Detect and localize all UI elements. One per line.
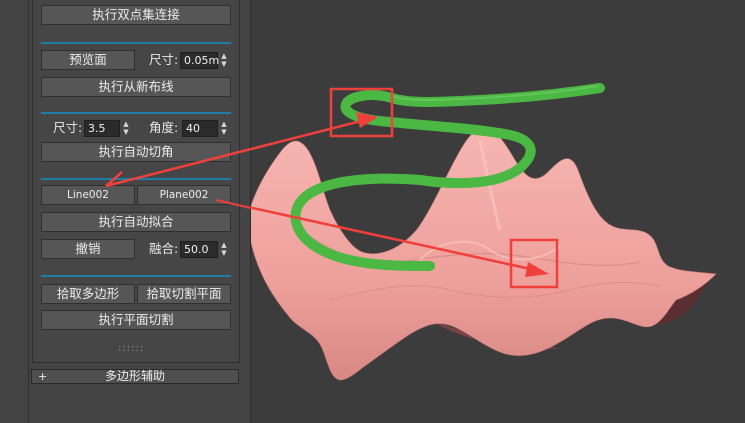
separator-3 (41, 178, 231, 180)
blend-label: 融合: (149, 241, 179, 256)
expand-icon[interactable]: + (38, 370, 47, 383)
blend-input[interactable]: 50.0 (180, 241, 218, 258)
pick-polygon-button[interactable]: 拾取多边形 (41, 284, 135, 304)
rollout-title: 多边形辅助 (104, 369, 165, 383)
spinner-up-icon[interactable]: ▲ (219, 241, 229, 249)
blend-spinner[interactable]: ▲ ▼ (219, 241, 229, 258)
pick-cut-plane-button[interactable]: 拾取切割平面 (137, 284, 231, 304)
command-panel: 执行双点集连接 预览面 尺寸: 0.05m ▲ ▼ 执行从新布线 尺寸: 3.5 … (0, 0, 251, 423)
separator-1 (41, 42, 231, 44)
auto-chamfer-button[interactable]: 执行自动切角 (41, 142, 231, 162)
size-input-2[interactable]: 3.5 (84, 120, 120, 137)
size-spinner-2[interactable]: ▲ ▼ (121, 120, 131, 137)
polygon-helper-rollout[interactable]: + 多边形辅助 (31, 369, 239, 384)
preview-face-button[interactable]: 预览面 (41, 50, 135, 70)
plane-cut-button[interactable]: 执行平面切割 (41, 310, 231, 330)
spinner-up-icon[interactable]: ▲ (219, 120, 229, 128)
angle-spinner[interactable]: ▲ ▼ (219, 120, 229, 137)
spinner-up-icon[interactable]: ▲ (121, 120, 131, 128)
separator-2 (41, 112, 231, 114)
spinner-up-icon[interactable]: ▲ (219, 52, 229, 60)
rollout-grip-icon[interactable]: :::::: (118, 343, 144, 354)
angle-input[interactable]: 40 (182, 120, 218, 137)
viewport[interactable] (251, 0, 745, 423)
auto-fit-button[interactable]: 执行自动拟合 (41, 212, 231, 232)
viewport-scene (251, 83, 717, 381)
undo-button[interactable]: 撤销 (41, 239, 135, 259)
spinner-down-icon[interactable]: ▼ (219, 249, 229, 257)
spinner-down-icon[interactable]: ▼ (121, 128, 131, 136)
separator-4 (41, 275, 231, 277)
rebuild-lines-button[interactable]: 执行从新布线 (41, 77, 231, 97)
pick-plane-button[interactable]: Plane002 (137, 185, 231, 205)
angle-label: 角度: (149, 120, 179, 135)
size-label-1: 尺寸: (149, 52, 179, 67)
spinner-down-icon[interactable]: ▼ (219, 128, 229, 136)
panel-divider (28, 0, 29, 423)
size-input-1[interactable]: 0.05m (180, 52, 219, 69)
spinner-down-icon[interactable]: ▼ (219, 60, 229, 68)
size-label-2: 尺寸: (53, 120, 83, 135)
pick-line-button[interactable]: Line002 (41, 185, 135, 205)
double-point-connect-button[interactable]: 执行双点集连接 (41, 5, 231, 25)
size-spinner-1[interactable]: ▲ ▼ (219, 52, 229, 69)
